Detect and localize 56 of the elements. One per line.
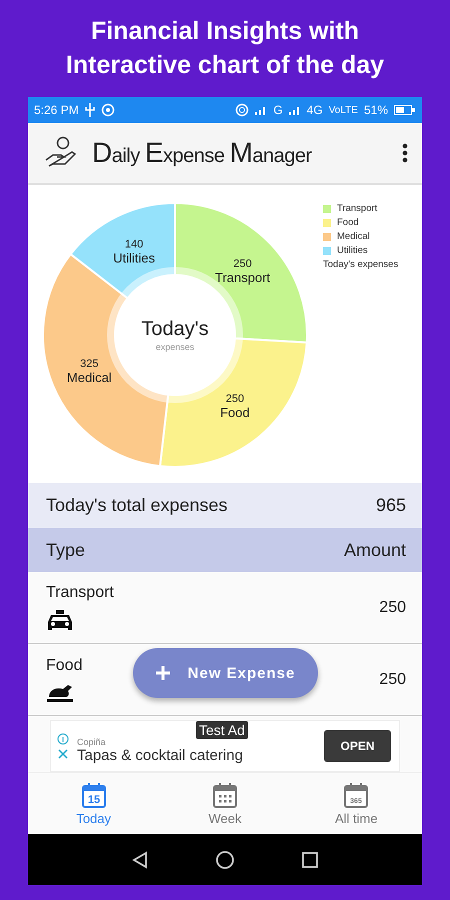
legend-label: Transport — [337, 203, 378, 214]
slice-label: Food — [220, 405, 250, 420]
column-header: Amount — [344, 540, 406, 560]
expense-type: Transport — [46, 584, 114, 602]
headline: Financial Insights with — [90, 16, 360, 47]
legend-swatch — [323, 232, 331, 240]
recents-icon[interactable] — [301, 850, 319, 868]
expense-amount: 250 — [379, 598, 406, 616]
total-value: 965 — [376, 495, 406, 516]
headline: Interactive chart of the day — [66, 50, 384, 81]
slice-value: 250 — [233, 258, 252, 270]
slice-value: 250 — [226, 393, 244, 406]
network-type: G — [273, 103, 283, 117]
slice-label: Utilities — [113, 250, 156, 266]
back-icon[interactable] — [131, 850, 149, 868]
center-title: Today's — [141, 318, 209, 340]
ad-badge: Test Ad — [196, 721, 248, 739]
app-title: Daily Expense Manager — [92, 137, 313, 169]
car-icon — [46, 610, 74, 632]
status-time: 5:26 PM — [34, 103, 79, 117]
slice-label: Medical — [66, 370, 112, 386]
battery-icon — [394, 105, 416, 115]
expense-amount: 250 — [379, 670, 406, 688]
legend-label: Utilities — [337, 245, 368, 256]
ad-info-icon[interactable] — [57, 732, 69, 760]
network-type: 4G — [306, 103, 323, 117]
usb-icon — [84, 103, 95, 117]
home-icon[interactable] — [215, 850, 235, 870]
expense-row[interactable]: Transport 250 — [28, 572, 422, 644]
nav-tab[interactable]: 15 Today — [28, 773, 160, 834]
slice-value: 140 — [124, 238, 144, 250]
ad-headline: Tapas & cocktail catering — [77, 746, 244, 764]
slice-value: 325 — [80, 358, 98, 370]
plus-icon — [156, 666, 170, 680]
legend-label: Food — [337, 217, 359, 228]
ad-banner[interactable]: Test Ad Copiña Tapas & cocktail catering OPEN — [50, 720, 400, 772]
total-label: Today's total expenses — [46, 495, 228, 516]
battery-level: 51% — [364, 103, 388, 117]
record-icon — [100, 103, 115, 117]
signal-icon — [288, 105, 301, 115]
calendar-icon — [210, 781, 239, 809]
open-button[interactable]: OPEN — [324, 730, 391, 762]
column-header: Type — [46, 540, 86, 560]
more-icon[interactable] — [402, 143, 408, 163]
legend-swatch — [323, 218, 331, 226]
volte-label: VoLTE — [328, 104, 358, 116]
center-subtitle: expenses — [156, 342, 194, 352]
legend-swatch — [323, 204, 331, 212]
legend-title: Today's expenses — [323, 259, 398, 270]
signal-icon — [255, 105, 268, 115]
slice-label: Transport — [215, 270, 270, 286]
legend-swatch — [323, 246, 331, 254]
legend-label: Medical — [337, 231, 370, 242]
expense-type: Food — [46, 656, 82, 674]
ad-advertiser: Copiña — [77, 736, 107, 746]
nav-tab[interactable]: Week — [159, 773, 291, 834]
